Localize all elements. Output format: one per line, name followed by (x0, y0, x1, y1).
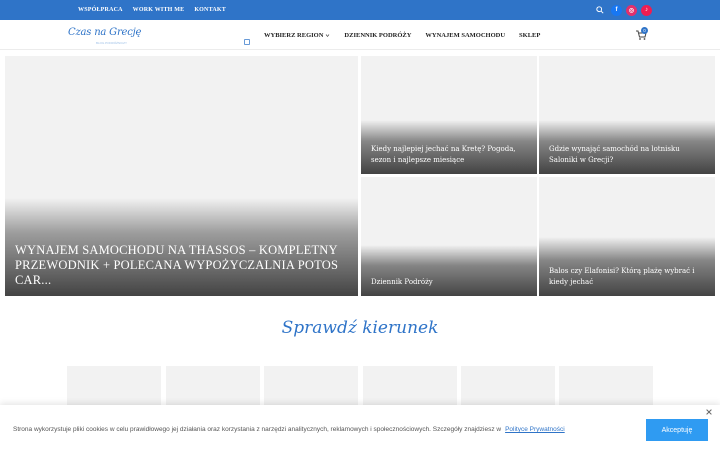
destination-card[interactable] (363, 366, 457, 406)
post-title[interactable]: Gdzie wynająć samochód na lotnisku Salon… (549, 144, 707, 166)
post-card[interactable]: Kiedy najlepiej jechać na Kretę? Pogoda,… (361, 56, 537, 174)
post-card[interactable]: Balos czy Elafonisi? Którą plażę wybrać … (539, 177, 715, 296)
privacy-policy-link[interactable]: Polityce Prywatności (505, 426, 565, 433)
post-title[interactable]: Kiedy najlepiej jechać na Kretę? Pogoda,… (371, 144, 529, 166)
top-icons: f ◎ ♪ (593, 3, 652, 17)
destination-card[interactable] (461, 366, 555, 406)
post-card[interactable]: Dziennik Podróży (361, 177, 537, 296)
top-nav: WSPÓŁPRACA WORK WITH ME KONTAKT (78, 0, 226, 20)
destination-card[interactable] (559, 366, 653, 406)
site-logo[interactable]: Czas na Grecję (68, 27, 141, 38)
destination-card[interactable] (67, 366, 161, 406)
top-link-kontakt[interactable]: KONTAKT (194, 7, 226, 13)
destination-card[interactable] (264, 366, 358, 406)
post-title[interactable]: Balos czy Elafonisi? Którą plażę wybrać … (549, 266, 707, 288)
logo-subtitle: BLOG PODRÓŻNICZY (96, 41, 128, 45)
top-link-work-with-me[interactable]: WORK WITH ME (133, 7, 185, 13)
nav-item-wybierz-region[interactable]: WYBIERZ REGION (264, 32, 330, 39)
nav-item-dziennik-podrozy[interactable]: DZIENNIK PODRÓŻY (344, 32, 411, 39)
cookie-text: Strona wykorzystuje pliki cookies w celu… (13, 426, 502, 433)
post-title[interactable]: Dziennik Podróży (371, 277, 529, 288)
nav-item-sklep[interactable]: SKLEP (519, 32, 540, 39)
top-link-wspolpraca[interactable]: WSPÓŁPRACA (78, 7, 123, 13)
instagram-icon[interactable]: ◎ (626, 4, 637, 16)
facebook-icon[interactable]: f (611, 4, 622, 16)
cookie-banner: Strona wykorzystuje pliki cookies w celu… (0, 405, 720, 450)
search-icon[interactable] (593, 3, 607, 17)
home-icon[interactable] (244, 32, 250, 45)
cart-count-badge: 0 (641, 27, 648, 34)
close-icon[interactable] (705, 408, 713, 416)
main-header: Czas na Grecję BLOG PODRÓŻNICZY WYBIERZ … (0, 20, 720, 50)
tiktok-icon[interactable]: ♪ (641, 4, 652, 16)
card-gradient (361, 245, 537, 296)
featured-post-title[interactable]: WYNAJEM SAMOCHODU NA THASSOS – KOMPLETNY… (15, 243, 350, 288)
nav-item-label: WYBIERZ REGION (264, 31, 324, 39)
accept-cookies-button[interactable]: Akceptuję (646, 419, 708, 441)
top-bar: WSPÓŁPRACA WORK WITH ME KONTAKT f ◎ ♪ (0, 0, 720, 20)
cookie-message: Strona wykorzystuje pliki cookies w celu… (13, 426, 565, 433)
main-nav: WYBIERZ REGION DZIENNIK PODRÓŻY WYNAJEM … (244, 20, 554, 50)
featured-post-card[interactable]: WYNAJEM SAMOCHODU NA THASSOS – KOMPLETNY… (5, 56, 358, 296)
chevron-down-icon (326, 33, 330, 37)
post-card[interactable]: Gdzie wynająć samochód na lotnisku Salon… (539, 56, 715, 174)
section-title: Sprawdź kierunek (281, 318, 439, 338)
destination-card[interactable] (166, 366, 260, 406)
nav-item-wynajem-samochodu[interactable]: WYNAJEM SAMOCHODU (425, 32, 505, 39)
